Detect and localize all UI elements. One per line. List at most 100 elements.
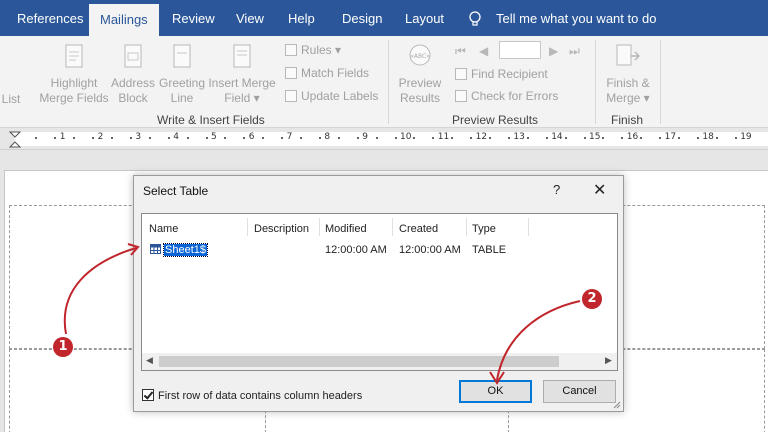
ruler-tick <box>35 137 38 139</box>
last-record-icon[interactable]: ⏭ <box>569 44 580 59</box>
first-row-headers-checkbox[interactable]: First row of data contains column header… <box>142 389 362 402</box>
tab-review[interactable]: Review <box>172 0 215 36</box>
table-modified-cell: 12:00:00 AM <box>325 244 387 256</box>
highlight-label-1: Highlight <box>50 76 98 90</box>
record-number-input[interactable] <box>499 41 541 59</box>
find-recipient-button[interactable]: Find Recipient <box>455 66 548 82</box>
ruler-number: 2 <box>97 132 104 142</box>
previous-record-icon[interactable]: ◀ <box>479 44 488 58</box>
finish-merge-button[interactable]: Finish & Merge ▾ <box>600 44 656 106</box>
scrollbar-thumb[interactable] <box>159 356 559 367</box>
tab-mailings[interactable]: Mailings <box>89 4 159 36</box>
group-separator <box>388 40 389 124</box>
first-record-icon[interactable]: ⏮ <box>455 44 466 59</box>
column-header-type[interactable]: Type <box>472 221 496 237</box>
insert-merge-field-button[interactable]: Insert Merge Field ▾ <box>207 44 277 106</box>
tab-references[interactable]: References <box>17 0 83 36</box>
ruler-tick <box>318 137 321 139</box>
next-record-icon[interactable]: ▶ <box>549 44 558 58</box>
ribbon-tab-bar: References Mailings Review View Help Des… <box>0 0 768 36</box>
checkbox-checked-icon[interactable] <box>142 389 154 401</box>
column-header-description[interactable]: Description <box>254 221 309 237</box>
help-button[interactable]: ? <box>553 182 560 197</box>
group-label-write-insert: Write & Insert Fields <box>157 113 265 127</box>
ruler-strip <box>15 132 768 146</box>
preview-results-button[interactable]: «ABC» Preview Results <box>395 44 445 106</box>
tab-view[interactable]: View <box>236 0 264 36</box>
match-fields-icon <box>285 67 297 79</box>
chevron-down-icon: ▾ <box>335 43 342 57</box>
step-badge-2: 2 <box>582 289 602 309</box>
ruler-number: 18 <box>702 132 714 142</box>
ruler-tick <box>734 137 737 139</box>
table-list[interactable]: Name Description Modified Created Type S… <box>141 213 618 371</box>
ruler-number: 10 <box>400 132 412 142</box>
ruler-number: 7 <box>286 132 293 142</box>
rules-button[interactable]: Rules ▾ <box>285 42 341 58</box>
ruler-number: 8 <box>324 132 331 142</box>
resize-grip-icon[interactable] <box>613 401 621 409</box>
table-created-cell: 12:00:00 AM <box>399 244 461 256</box>
update-labels-button[interactable]: Update Labels <box>285 88 378 104</box>
find-recipient-label: Find Recipient <box>471 67 548 81</box>
greeting-label-1: Greeting <box>158 76 206 90</box>
address-block-icon <box>124 44 142 68</box>
find-recipient-icon <box>455 68 467 80</box>
tell-me-search[interactable]: Tell me what you want to do <box>496 0 656 36</box>
ok-button[interactable]: OK <box>459 380 532 403</box>
ruler-tick <box>602 137 605 139</box>
column-header-modified[interactable]: Modified <box>325 221 367 237</box>
ruler-number: 1 <box>59 132 66 142</box>
ruler-tick <box>167 137 170 139</box>
ruler-number: 16 <box>626 132 639 142</box>
check-errors-button[interactable]: Check for Errors <box>455 88 558 104</box>
indent-marker-icon[interactable] <box>9 131 21 148</box>
cancel-button[interactable]: Cancel <box>543 380 616 403</box>
ruler-number: 4 <box>173 132 179 142</box>
finish-label-1: Finish & <box>606 76 650 90</box>
ruler-number: 6 <box>248 132 255 142</box>
column-header-created[interactable]: Created <box>399 221 438 237</box>
table-row-sheet1[interactable]: Sheet1$ <box>150 243 208 258</box>
tab-help[interactable]: Help <box>288 0 315 36</box>
preview-abc-icon: «ABC» <box>409 44 431 66</box>
tab-layout[interactable]: Layout <box>405 0 444 36</box>
ruler-tick <box>432 137 435 139</box>
ruler-tick <box>696 137 699 139</box>
scroll-right-icon[interactable]: ▶ <box>605 355 612 366</box>
insert-label-1: Insert Merge <box>208 76 276 90</box>
close-icon[interactable]: ✕ <box>593 180 606 200</box>
column-separator <box>319 218 320 236</box>
match-fields-button[interactable]: Match Fields <box>285 65 369 81</box>
column-header-name[interactable]: Name <box>149 221 178 237</box>
ruler-tick <box>337 137 340 139</box>
highlight-merge-fields-button[interactable]: Highlight Merge Fields <box>38 44 110 106</box>
ruler-number: 11 <box>437 132 450 142</box>
match-fields-label: Match Fields <box>301 66 370 80</box>
ruler-number: 19 <box>740 132 752 142</box>
greeting-line-button[interactable]: Greeting Line <box>158 44 206 106</box>
address-block-button[interactable]: Address Block <box>110 44 156 106</box>
insert-label-2: Field <box>224 91 251 105</box>
tab-design[interactable]: Design <box>342 0 382 36</box>
ruler-tick <box>583 137 586 139</box>
ruler-tick <box>526 137 529 139</box>
chevron-down-icon: ▾ <box>253 91 260 105</box>
ruler-tick <box>224 137 227 139</box>
greeting-line-icon <box>173 44 191 68</box>
ruler-tick <box>54 137 57 139</box>
horizontal-scrollbar[interactable]: ◀ ▶ <box>142 353 617 370</box>
check-errors-icon <box>455 90 467 102</box>
rules-icon <box>285 44 297 56</box>
column-separator <box>392 218 393 236</box>
horizontal-ruler: 1 2 3 4 5 6 7 8 9 10 11 12 13 14 15 16 17 18 19 <box>0 128 768 150</box>
scroll-left-icon[interactable]: ◀ <box>146 355 153 366</box>
greeting-label-2: Line <box>170 91 194 105</box>
ruler-tick <box>243 137 246 139</box>
ruler-tick <box>640 137 643 139</box>
checkbox-label: First row of data contains column header… <box>158 390 363 402</box>
ruler-number: 12 <box>475 132 488 142</box>
ruler-tick <box>489 137 492 139</box>
table-name-cell: Sheet1$ <box>163 243 208 257</box>
partial-list-button[interactable]: List <box>0 92 22 107</box>
